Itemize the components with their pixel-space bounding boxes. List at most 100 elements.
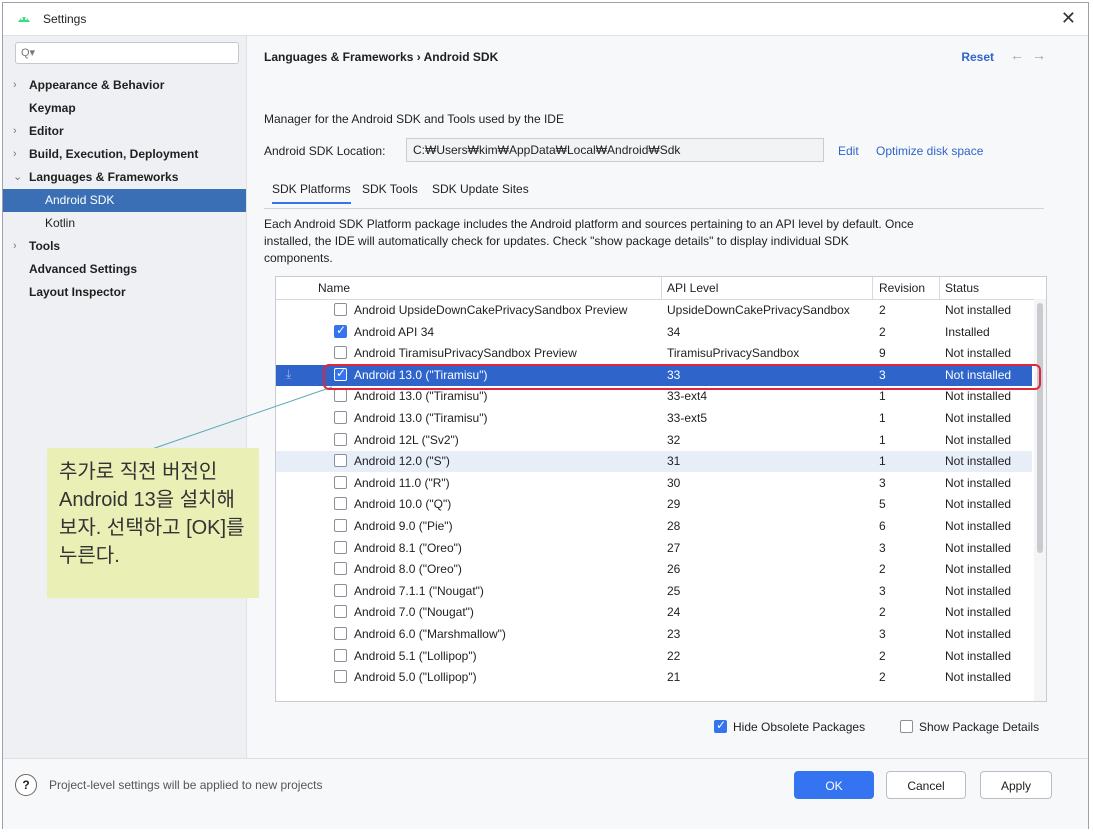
- table-row[interactable]: Android 9.0 ("Pie") 28 6 Not installed: [276, 516, 1032, 537]
- sdk-location-field[interactable]: C:₩Users₩kim₩AppData₩Local₩Android₩Sdk: [406, 138, 824, 162]
- package-checkbox[interactable]: [334, 454, 347, 468]
- column-api-level[interactable]: API Level: [667, 281, 718, 295]
- sidebar-item-appearance-behavior[interactable]: › Appearance & Behavior: [3, 74, 246, 97]
- table-scrollbar[interactable]: [1034, 299, 1046, 701]
- package-checkbox[interactable]: [334, 627, 347, 640]
- chevron-icon[interactable]: ›: [13, 74, 17, 97]
- cancel-button[interactable]: Cancel: [886, 771, 966, 799]
- apply-button[interactable]: Apply: [980, 771, 1052, 799]
- download-icon: ⤓: [286, 366, 292, 381]
- sidebar-item-keymap[interactable]: Keymap: [3, 97, 246, 120]
- cell-rev: 1: [879, 411, 886, 425]
- sidebar-item-label: Tools: [29, 239, 61, 253]
- cell-status: Not installed: [945, 432, 1012, 447]
- sdk-location-label: Android SDK Location:: [264, 144, 386, 158]
- close-icon[interactable]: ✕: [1061, 8, 1076, 29]
- table-row[interactable]: Android 5.0 ("Lollipop") 21 2 Not installed: [276, 667, 1032, 688]
- cell-rev: 2: [879, 562, 886, 577]
- hide-obsolete-option[interactable]: Hide Obsolete Packages: [714, 718, 865, 734]
- cell-name: Android 10.0 ("Q"): [354, 497, 452, 512]
- chevron-icon[interactable]: ›: [13, 235, 17, 258]
- table-row[interactable]: Android TiramisuPrivacySandbox Preview Ti…: [276, 343, 1032, 364]
- settings-search-input[interactable]: Q▾: [15, 42, 239, 64]
- package-checkbox[interactable]: [334, 323, 347, 338]
- forward-arrow-icon[interactable]: →: [1032, 47, 1046, 63]
- table-row[interactable]: Android 6.0 ("Marshmallow") 23 3 Not instal…: [276, 624, 1032, 645]
- sidebar-item-languages-frameworks[interactable]: ⌄ Languages & Frameworks: [3, 166, 246, 189]
- table-row[interactable]: Android API 34 34 2 Installed: [276, 322, 1032, 343]
- reset-link[interactable]: Reset: [961, 50, 994, 64]
- column-revision[interactable]: Revision: [879, 281, 925, 295]
- cell-name: Android 8.1 ("Oreo"): [354, 540, 462, 555]
- cell-name: Android 7.0 ("Nougat"): [354, 605, 474, 620]
- package-checkbox[interactable]: [334, 583, 347, 597]
- tab-sdk-update-sites[interactable]: SDK Update Sites: [432, 182, 529, 196]
- package-checkbox[interactable]: [334, 605, 347, 619]
- cell-status: Not installed: [945, 411, 1012, 425]
- cell-rev: 2: [879, 303, 886, 317]
- android-studio-icon: [18, 17, 30, 22]
- package-checkbox[interactable]: [334, 389, 347, 403]
- package-checkbox[interactable]: [334, 497, 347, 511]
- cell-rev: 3: [879, 367, 886, 382]
- cell-rev: 1: [879, 389, 886, 404]
- cell-status: Not installed: [945, 346, 1012, 361]
- column-status[interactable]: Status: [945, 281, 979, 295]
- table-row[interactable]: Android 8.1 ("Oreo") 27 3 Not installed: [276, 538, 1032, 559]
- footer-note: Project-level settings will be applied t…: [49, 778, 323, 792]
- show-details-checkbox[interactable]: [900, 720, 913, 733]
- scrollbar-thumb[interactable]: [1037, 303, 1043, 553]
- table-row[interactable]: Android 12L ("Sv2") 32 1 Not installed: [276, 430, 1032, 451]
- package-checkbox[interactable]: [334, 432, 347, 446]
- optimize-disk-space-link[interactable]: Optimize disk space: [876, 144, 983, 158]
- sidebar-item-advanced-settings[interactable]: Advanced Settings: [3, 258, 246, 281]
- sidebar-item-editor[interactable]: › Editor: [3, 120, 246, 143]
- sidebar-item-layout-inspector[interactable]: Layout Inspector: [3, 281, 246, 304]
- package-checkbox[interactable]: [334, 540, 347, 554]
- cell-status: Not installed: [945, 562, 1012, 577]
- table-row[interactable]: Android 8.0 ("Oreo") 26 2 Not installed: [276, 559, 1032, 580]
- sidebar-item-android-sdk[interactable]: Android SDK: [3, 189, 246, 212]
- tab-sdk-tools[interactable]: SDK Tools: [362, 182, 418, 196]
- table-row[interactable]: Android 13.0 ("Tiramisu") 33-ext5 1 Not ins…: [276, 408, 1032, 429]
- table-row[interactable]: Android UpsideDownCakePrivacySandbox Pre…: [276, 300, 1032, 321]
- back-arrow-icon[interactable]: ←: [1010, 47, 1024, 63]
- cell-rev: 2: [879, 324, 886, 339]
- package-checkbox[interactable]: [334, 519, 347, 532]
- sidebar-item-label: Appearance & Behavior: [29, 78, 165, 92]
- ok-button[interactable]: OK: [794, 771, 874, 799]
- table-row[interactable]: Android 11.0 ("R") 30 3 Not installed: [276, 473, 1032, 494]
- package-checkbox[interactable]: [334, 303, 347, 316]
- hide-obsolete-checkbox[interactable]: [714, 718, 727, 733]
- tab-sdk-platforms[interactable]: SDK Platforms: [272, 182, 351, 204]
- column-name[interactable]: Name: [318, 281, 350, 295]
- chevron-icon[interactable]: ›: [13, 143, 17, 166]
- package-checkbox[interactable]: [334, 562, 347, 576]
- package-checkbox[interactable]: [334, 346, 347, 360]
- package-checkbox[interactable]: [334, 648, 347, 662]
- table-row[interactable]: ⤓Android 13.0 ("Tiramisu")333Not install…: [276, 364, 1032, 386]
- table-row[interactable]: Android 7.1.1 ("Nougat") 25 3 Not installed: [276, 581, 1032, 602]
- sdk-platforms-info: Each Android SDK Platform package includ…: [264, 217, 914, 265]
- sidebar-item-build-execution-deployment[interactable]: › Build, Execution, Deployment: [3, 143, 246, 166]
- cell-api: 29: [667, 497, 681, 512]
- table-row[interactable]: Android 13.0 ("Tiramisu") 33-ext4 1 Not ins…: [276, 386, 1032, 407]
- package-checkbox[interactable]: [334, 475, 347, 489]
- edit-link[interactable]: Edit: [838, 144, 859, 158]
- chevron-icon[interactable]: ›: [13, 120, 17, 143]
- package-checkbox[interactable]: [334, 670, 347, 684]
- package-checkbox[interactable]: [334, 366, 347, 381]
- cell-api: TiramisuPrivacySandbox: [667, 346, 800, 361]
- table-row[interactable]: Android 5.1 ("Lollipop") 22 2 Not installed: [276, 646, 1032, 667]
- sidebar-item-kotlin[interactable]: Kotlin: [3, 212, 246, 235]
- hide-obsolete-label: Hide Obsolete Packages: [733, 720, 866, 734]
- chevron-icon[interactable]: ⌄: [13, 166, 22, 189]
- help-icon[interactable]: ?: [15, 774, 37, 796]
- show-details-option[interactable]: Show Package Details: [900, 718, 1039, 734]
- table-row[interactable]: Android 12.0 ("S") 31 1 Not installed: [276, 451, 1032, 473]
- table-row[interactable]: Android 10.0 ("Q") 29 5 Not installed: [276, 494, 1032, 515]
- table-row[interactable]: Android 7.0 ("Nougat") 24 2 Not installed: [276, 602, 1032, 623]
- cell-name: Android 13.0 ("Tiramisu"): [354, 367, 488, 382]
- package-checkbox[interactable]: [334, 411, 347, 424]
- sidebar-item-tools[interactable]: › Tools: [3, 235, 246, 258]
